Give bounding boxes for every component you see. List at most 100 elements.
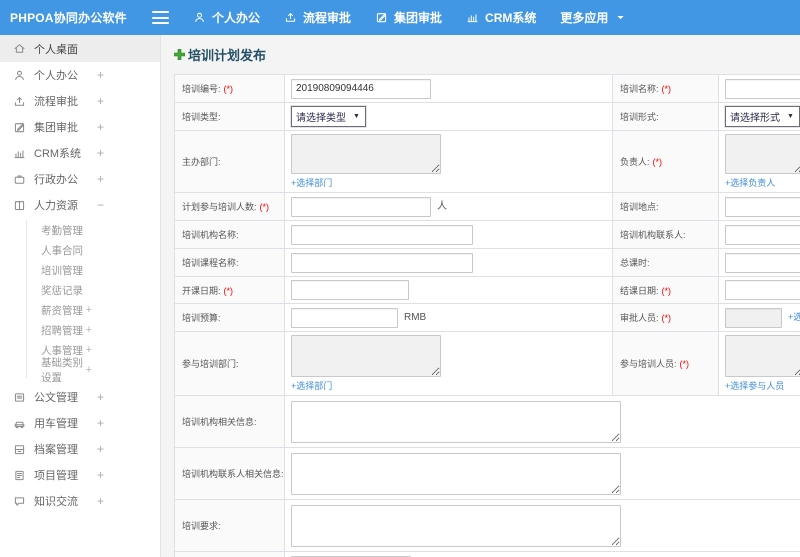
nav-item-label: 集团审批: [394, 11, 443, 25]
sidebar-item-label: 集团审批: [34, 122, 78, 134]
expand-icon[interactable]: +: [86, 324, 92, 336]
participants-textarea[interactable]: [725, 335, 800, 377]
sidebar-item-label: 公文管理: [34, 392, 78, 404]
expand-icon[interactable]: +: [97, 443, 104, 455]
course-name-field-cell: [284, 248, 613, 277]
nav-item-group-approval[interactable]: 集团审批: [375, 9, 442, 26]
expand-icon[interactable]: +: [97, 391, 104, 403]
page-title-text: 培训计划发布: [188, 48, 267, 63]
host-dept-select-link[interactable]: +选择部门: [291, 176, 606, 189]
approver-input[interactable]: [725, 307, 782, 328]
caret-down-icon: [614, 11, 627, 24]
required-marker: (*): [679, 359, 690, 369]
total-hours-field-cell: [718, 248, 800, 277]
expand-icon[interactable]: +: [97, 173, 104, 185]
app-title: PHPOA协同办公软件: [10, 11, 127, 25]
course-name-input[interactable]: [291, 252, 473, 273]
training-form-select[interactable]: 请选择形式 ▼: [725, 106, 800, 127]
training-requirements-textarea[interactable]: [291, 504, 621, 547]
org-contact-input[interactable]: [725, 224, 800, 245]
menu-toggle-icon[interactable]: [152, 11, 169, 24]
training-place-input[interactable]: [725, 196, 800, 217]
sidebar-item-workflow-approval[interactable]: 流程审批 +: [0, 88, 160, 114]
expand-icon[interactable]: +: [86, 304, 92, 316]
nav-item-crm[interactable]: CRM系统: [466, 9, 536, 26]
expand-icon[interactable]: +: [86, 344, 92, 356]
form-row: 主办部门: +选择部门 负责人: (*) +选择负责人: [174, 130, 800, 193]
sidebar-item-archives[interactable]: 档案管理 +: [0, 436, 160, 462]
form-row: 培训要求:: [174, 499, 800, 552]
expand-icon[interactable]: +: [97, 495, 104, 507]
sidebar-item-projects[interactable]: 项目管理 +: [0, 462, 160, 488]
participating-depts-textarea[interactable]: [291, 335, 441, 377]
org-contact-info-label: 培训机构联系人相关信息:: [174, 447, 285, 500]
participants-select-link[interactable]: +选择参与人员: [725, 379, 800, 392]
flow-icon: [13, 95, 26, 108]
training-name-input[interactable]: [725, 78, 800, 99]
leader-label: 负责人: (*): [612, 130, 719, 193]
sidebar-item-crm[interactable]: CRM系统 +: [0, 140, 160, 166]
page-title: 培训计划发布: [174, 45, 800, 64]
expand-icon[interactable]: +: [97, 69, 104, 81]
sidebar-item-official-doc[interactable]: 公文管理 +: [0, 384, 160, 410]
nav-item-personal-office[interactable]: 个人办公: [193, 9, 260, 26]
sidebar-subitem-reward-punish[interactable]: 奖惩记录: [0, 280, 160, 300]
sidebar-subitem-training[interactable]: 培训管理: [0, 260, 160, 280]
doc-icon: [13, 391, 26, 404]
expand-icon[interactable]: +: [97, 95, 104, 107]
sidebar-item-group-approval[interactable]: 集团审批 +: [0, 114, 160, 140]
sidebar-item-hr[interactable]: 人力资源 −: [0, 192, 160, 218]
participating-depts-select-link[interactable]: +选择部门: [291, 379, 606, 392]
sidebar-item-label: 人力资源: [34, 200, 78, 212]
leader-select-link[interactable]: +选择负责人: [725, 176, 800, 189]
sidebar-subitem-base-category[interactable]: 基础类别设置 +: [0, 357, 160, 384]
sidebar-item-label: CRM系统: [34, 148, 82, 160]
nav-item-workflow-approval[interactable]: 流程审批: [284, 9, 351, 26]
sidebar-item-admin-office[interactable]: 行政办公 +: [0, 166, 160, 192]
sidebar-item-desktop[interactable]: 个人桌面: [0, 35, 160, 62]
total-hours-input[interactable]: [725, 252, 800, 273]
sidebar-item-knowledge[interactable]: 知识交流 +: [0, 488, 160, 514]
training-no-input[interactable]: [291, 78, 431, 99]
org-contact-info-textarea[interactable]: [291, 452, 621, 495]
org-info-textarea[interactable]: [291, 400, 621, 443]
form-row: 培训预算: RMB 审批人员:(*) +选择审批人员: [174, 303, 800, 332]
sidebar-subitem-salary[interactable]: 薪资管理 +: [0, 300, 160, 320]
approver-select-link[interactable]: +选择审批人员: [788, 312, 800, 322]
sidebar-item-label: 行政办公: [34, 174, 78, 186]
participating-depts-label: 参与培训部门:: [174, 331, 285, 396]
sidebar-subitem-hr-contract[interactable]: 人事合同: [0, 240, 160, 260]
expand-icon[interactable]: +: [97, 121, 104, 133]
training-no-field-cell: [284, 74, 613, 103]
course-name-label: 培训课程名称:: [174, 248, 285, 277]
sidebar-subitem-attendance[interactable]: 考勤管理: [0, 220, 160, 240]
end-date-input[interactable]: [725, 280, 800, 300]
planned-participants-field-cell: 人: [284, 192, 613, 221]
budget-input[interactable]: [291, 307, 398, 328]
form-row: 计划参与培训人数: (*) 人 培训地点:: [174, 192, 800, 221]
training-type-label: 培训类型:: [174, 102, 285, 131]
archive-icon: [13, 443, 26, 456]
nav-item-more-apps[interactable]: 更多应用: [560, 9, 627, 26]
participants-label: 参与培训人员: (*): [612, 331, 719, 396]
start-date-input[interactable]: [291, 280, 409, 300]
expand-icon[interactable]: +: [97, 469, 104, 481]
home-icon: [13, 42, 26, 55]
sidebar-item-vehicle[interactable]: 用车管理 +: [0, 410, 160, 436]
required-marker: (*): [259, 202, 270, 212]
user-icon: [13, 69, 26, 82]
sidebar-item-label: 个人桌面: [34, 43, 78, 56]
expand-icon[interactable]: +: [97, 417, 104, 429]
leader-textarea[interactable]: [725, 134, 800, 174]
collapse-icon[interactable]: −: [97, 199, 104, 211]
sidebar-item-personal-office[interactable]: 个人办公 +: [0, 62, 160, 88]
planned-participants-input[interactable]: [291, 196, 431, 217]
sidebar-subitem-recruit[interactable]: 招聘管理 +: [0, 320, 160, 340]
org-name-input[interactable]: [291, 224, 473, 245]
expand-icon[interactable]: +: [97, 147, 104, 159]
budget-field-cell: RMB: [284, 303, 613, 332]
expand-icon[interactable]: +: [86, 364, 92, 376]
training-type-select[interactable]: 请选择类型 ▼: [291, 106, 366, 127]
host-dept-textarea[interactable]: [291, 134, 441, 174]
training-form: 培训编号:(*) 培训名称:(*) 培训类型: 请选择类型 ▼ 培训形式: 请选择形式 ▼ 主办…: [174, 74, 800, 557]
